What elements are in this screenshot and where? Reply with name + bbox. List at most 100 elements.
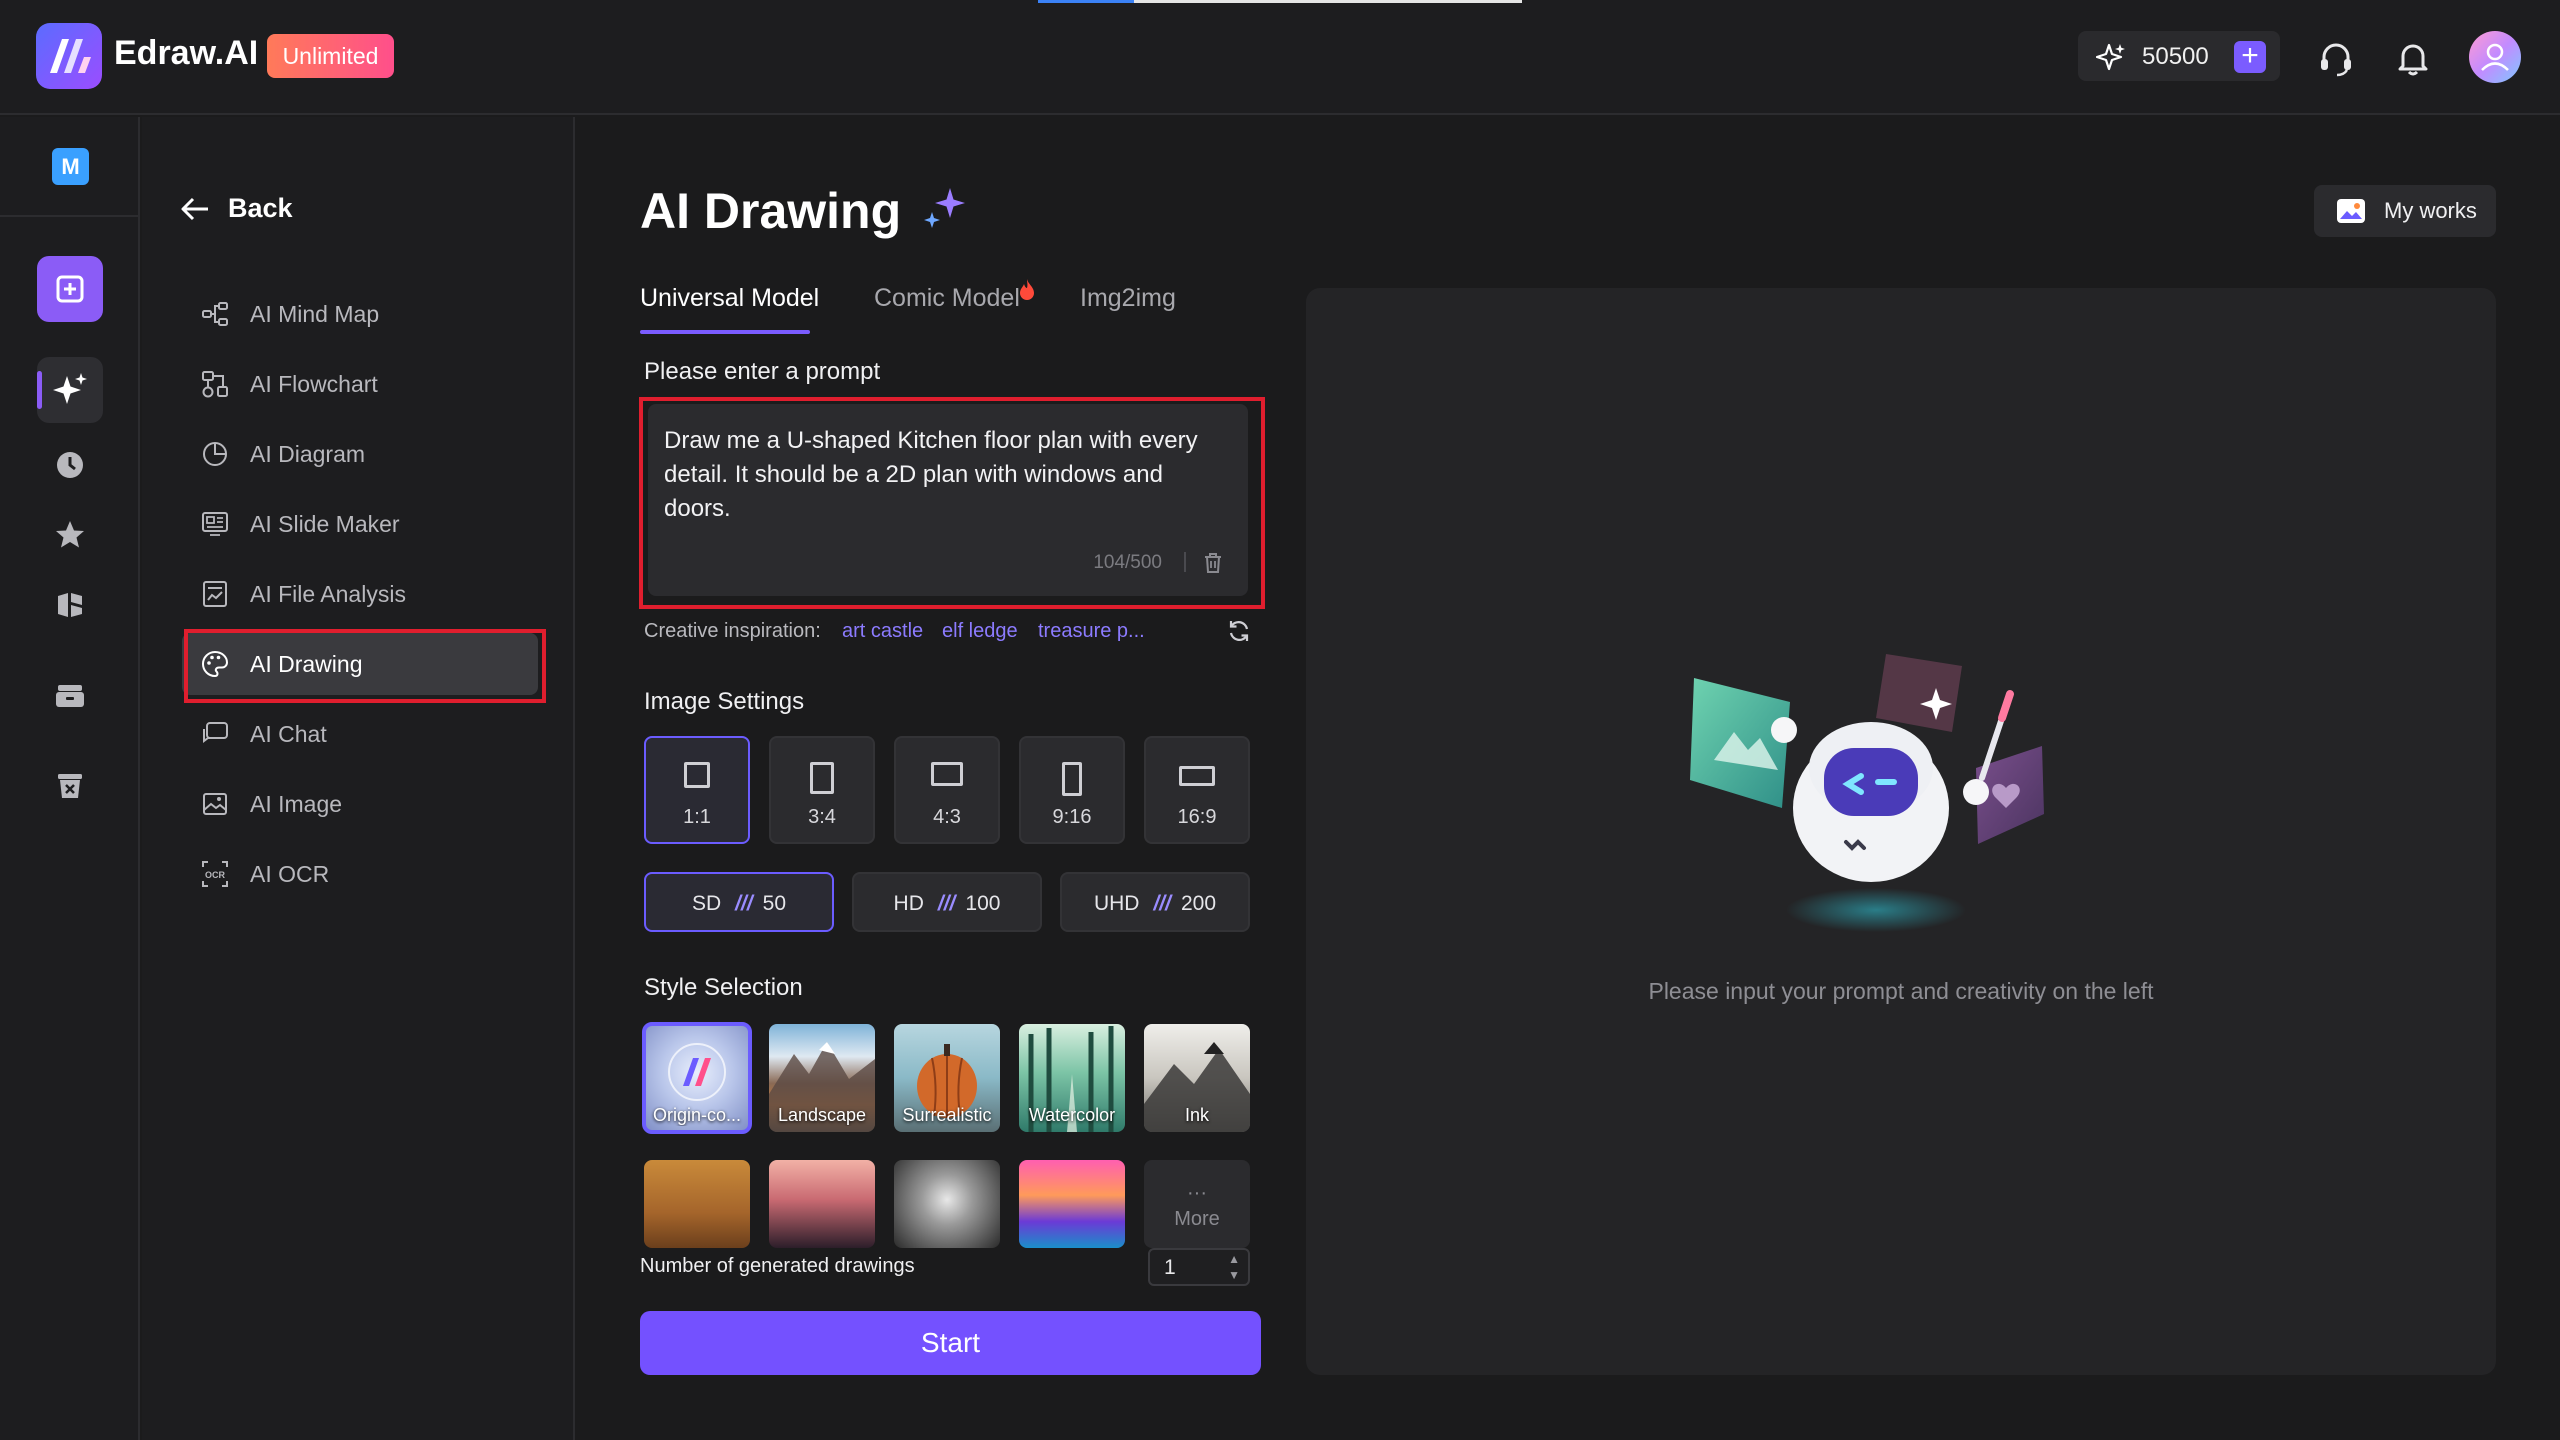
style-label: Origin-co...: [652, 1105, 742, 1125]
style-option-dream[interactable]: [769, 1160, 875, 1248]
quality-option-sd[interactable]: SD /// 50: [644, 872, 834, 932]
style-label: Surrealistic: [902, 1105, 992, 1125]
workspace-button[interactable]: M: [52, 148, 89, 185]
ratio-option-4-3[interactable]: 4:3: [894, 736, 1000, 844]
sparkle-icon: [2096, 43, 2125, 71]
style-option-oil[interactable]: [644, 1160, 750, 1248]
tab-comic-model[interactable]: Comic Model: [874, 284, 1020, 313]
quality-option-hd[interactable]: HD /// 100: [852, 872, 1042, 932]
active-tab-indicator: [640, 330, 810, 334]
ratio-shape-icon: [1062, 762, 1082, 796]
ratio-label: 4:3: [933, 806, 961, 828]
more-label: More: [1174, 1208, 1220, 1230]
sidebar-item-ai-flowchart[interactable]: AI Flowchart: [182, 353, 538, 415]
left-rail: M: [0, 117, 140, 1440]
sidebar-item-ai-image[interactable]: AI Image: [182, 773, 538, 835]
ratio-option-16-9[interactable]: 16:9: [1144, 736, 1250, 844]
sidebar-item-label: AI OCR: [250, 861, 330, 887]
image-settings-label: Image Settings: [644, 688, 805, 715]
style-selection-label: Style Selection: [644, 974, 803, 1001]
credits-count: 50500: [2142, 43, 2209, 70]
more-dots-icon: ···: [1187, 1182, 1207, 1204]
tab-img2img[interactable]: Img2img: [1080, 284, 1176, 313]
inspiration-link[interactable]: art castle: [842, 620, 923, 643]
sidebar-item-ai-diagram[interactable]: AI Diagram: [182, 423, 538, 485]
loading-progress-bar: [1038, 0, 1134, 3]
sparkle-title-icon: [924, 188, 965, 228]
credits-widget[interactable]: 50500 +: [2078, 31, 2280, 81]
style-option-landscape[interactable]: Landscape: [769, 1024, 875, 1132]
style-option-watercolor[interactable]: Watercolor: [1019, 1024, 1125, 1132]
more-styles-button[interactable]: ··· More: [1144, 1160, 1250, 1248]
drawings-count-value[interactable]: 1: [1164, 1256, 1176, 1280]
ratio-option-9-16[interactable]: 9:16: [1019, 736, 1125, 844]
origin-style-logo-icon: [668, 1043, 726, 1101]
image-icon: [203, 793, 227, 815]
page-title: AI Drawing: [640, 183, 902, 239]
ratio-label: 1:1: [683, 806, 711, 828]
style-option-ink[interactable]: Ink: [1144, 1024, 1250, 1132]
avatar[interactable]: [2469, 31, 2521, 83]
plus-square-icon: [56, 275, 84, 303]
file-analysis-icon: [203, 581, 227, 607]
sidebar-item-ai-mind-map[interactable]: AI Mind Map: [182, 283, 538, 345]
decrement-arrow-icon[interactable]: ▼: [1228, 1268, 1240, 1282]
add-credits-button[interactable]: +: [2234, 41, 2266, 73]
my-works-label: My works: [2384, 198, 2477, 223]
ratio-label: 16:9: [1177, 806, 1217, 828]
credit-logo-icon: ///: [735, 892, 753, 915]
ratio-option-1-1[interactable]: 1:1: [644, 736, 750, 844]
fire-hot-icon: [1020, 279, 1034, 300]
new-file-button[interactable]: [37, 256, 103, 322]
quality-text: HD /// 100: [854, 892, 1040, 916]
inspiration-link[interactable]: elf ledge: [942, 620, 1018, 643]
inspiration-link[interactable]: treasure p...: [1038, 620, 1145, 643]
quality-name: UHD: [1093, 892, 1140, 915]
style-label: Ink: [1184, 1105, 1209, 1125]
templates-icon[interactable]: [52, 587, 88, 623]
star-icon[interactable]: [52, 517, 88, 553]
plan-badge[interactable]: Unlimited: [267, 34, 394, 78]
ocr-icon: OCR: [202, 861, 228, 887]
sidebar-item-label: AI Image: [250, 791, 343, 817]
quality-name: HD: [893, 892, 924, 915]
bell-icon[interactable]: [2393, 38, 2433, 78]
drawings-count-label: Number of generated drawings: [640, 1255, 915, 1278]
trash-icon[interactable]: [52, 767, 88, 803]
chat-icon: [203, 722, 228, 743]
sidebar-item-ai-chat[interactable]: AI Chat: [182, 703, 538, 765]
ai-tools-button[interactable]: [37, 357, 103, 423]
sidebar-item-ai-ocr[interactable]: OCR AI OCR: [182, 843, 538, 905]
top-bar: Edraw.AI Unlimited 50500 +: [0, 0, 2560, 115]
ratio-option-3-4[interactable]: 3:4: [769, 736, 875, 844]
sidebar-item-ai-slide-maker[interactable]: AI Slide Maker: [182, 493, 538, 555]
flowchart-icon: [202, 371, 228, 398]
tab-universal-model[interactable]: Universal Model: [640, 284, 819, 313]
ratio-shape-icon: [810, 762, 834, 794]
style-option-surrealistic[interactable]: Surrealistic: [894, 1024, 1000, 1132]
my-works-button[interactable]: My works: [2314, 185, 2496, 237]
recent-clock-icon[interactable]: [52, 447, 88, 483]
diagram-icon: [203, 442, 227, 466]
mind-map-icon: [202, 302, 228, 326]
style-option-sci-fi[interactable]: [894, 1160, 1000, 1248]
sidebar-item-ai-file-analysis[interactable]: AI File Analysis: [182, 563, 538, 625]
folder-icon[interactable]: [52, 677, 88, 713]
active-indicator: [37, 371, 42, 409]
credit-logo-icon: ///: [1153, 892, 1171, 915]
style-option-synthwave[interactable]: [1019, 1160, 1125, 1248]
ai-robot-illustration-icon: [1690, 654, 2044, 932]
start-button[interactable]: Start: [640, 1311, 1261, 1375]
ratio-shape-icon: [1179, 766, 1215, 786]
headset-support-icon[interactable]: [2316, 38, 2356, 78]
refresh-icon[interactable]: [1226, 618, 1252, 644]
app-logo-icon[interactable]: [36, 23, 102, 89]
increment-arrow-icon[interactable]: ▲: [1228, 1252, 1240, 1266]
highlight-ai-drawing: [184, 629, 546, 703]
drawings-count-stepper[interactable]: 1 ▲ ▼: [1148, 1248, 1250, 1286]
quality-option-uhd[interactable]: UHD /// 200: [1060, 872, 1250, 932]
credit-logo-icon: ///: [937, 892, 956, 915]
style-label: Landscape: [777, 1105, 867, 1125]
prompt-label: Please enter a prompt: [644, 358, 881, 385]
style-option-origin[interactable]: Origin-co...: [642, 1022, 752, 1134]
